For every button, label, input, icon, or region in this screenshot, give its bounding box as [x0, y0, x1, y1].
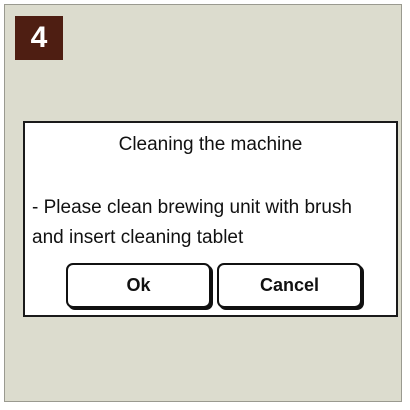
dialog-message: - Please clean brewing unit with brush a… [32, 197, 353, 248]
ok-button[interactable]: Ok [66, 263, 211, 308]
cancel-button[interactable]: Cancel [217, 263, 362, 308]
screen-frame: 4 Cleaning the machine - Please clean br… [4, 4, 402, 402]
step-number-badge: 4 [15, 16, 63, 60]
dialog-title: Cleaning the machine [118, 134, 303, 155]
cleaning-dialog: Cleaning the machine - Please clean brew… [23, 121, 398, 317]
